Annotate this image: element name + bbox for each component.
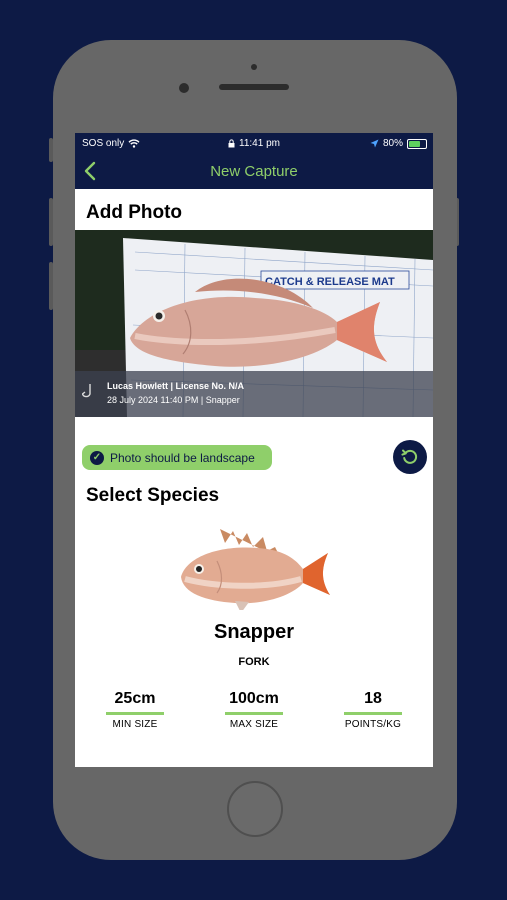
- measurement-type: FORK: [238, 656, 270, 668]
- points-per-kg-label: POINTS/KG: [344, 719, 402, 730]
- points-per-kg-stat: 18 POINTS/KG: [333, 690, 413, 730]
- home-button[interactable]: [227, 781, 283, 837]
- clock-time: 11:41 pm: [239, 138, 280, 149]
- photo-watermark-overlay: Lucas Howlett | License No. N/A 28 July …: [75, 371, 433, 417]
- battery-percent: 80%: [382, 138, 403, 149]
- lock-icon: [228, 139, 235, 148]
- stat-underline: [106, 712, 164, 715]
- points-per-kg-value: 18: [364, 690, 382, 707]
- navigation-bar: New Capture: [75, 155, 433, 189]
- location-icon: [370, 139, 379, 148]
- app-screen: SOS only 11:41 pm 80% New Capture Add Ph…: [75, 133, 433, 767]
- min-size-stat: 25cm MIN SIZE: [95, 690, 175, 730]
- add-photo-heading: Add Photo: [86, 202, 183, 223]
- catch-photo[interactable]: CATCH & RELEASE MAT Lucas Howlett | Lice…: [75, 230, 433, 417]
- mat-label: CATCH & RELEASE MAT: [265, 276, 395, 288]
- min-size-label: MIN SIZE: [112, 719, 158, 730]
- max-size-value: 100cm: [229, 690, 279, 707]
- max-size-stat: 100cm MAX SIZE: [214, 690, 294, 730]
- rotate-icon: [401, 449, 418, 464]
- snapper-fish-image[interactable]: [175, 525, 335, 613]
- check-circle-icon: ✓: [90, 450, 104, 465]
- landscape-hint-badge: ✓ Photo should be landscape: [82, 445, 272, 470]
- angler-license-text: Lucas Howlett | License No. N/A: [107, 381, 245, 391]
- species-name: Snapper: [213, 621, 295, 643]
- select-species-heading: Select Species: [86, 485, 220, 506]
- stat-underline: [225, 712, 283, 715]
- proximity-sensor: [251, 64, 257, 70]
- min-size-value: 25cm: [114, 690, 156, 707]
- fish-hook-icon: [82, 383, 96, 401]
- landscape-hint-text: Photo should be landscape: [110, 450, 255, 465]
- stat-underline: [344, 712, 402, 715]
- rotate-photo-button[interactable]: [393, 440, 427, 474]
- status-bar: SOS only 11:41 pm 80%: [75, 133, 433, 155]
- nav-title: New Capture: [210, 163, 298, 180]
- earpiece-speaker: [219, 84, 289, 90]
- capture-date-text: 28 July 2024 11:40 PM | Snapper: [107, 395, 240, 405]
- front-camera: [179, 83, 189, 93]
- max-size-label: MAX SIZE: [229, 719, 279, 730]
- battery-icon: [407, 138, 427, 149]
